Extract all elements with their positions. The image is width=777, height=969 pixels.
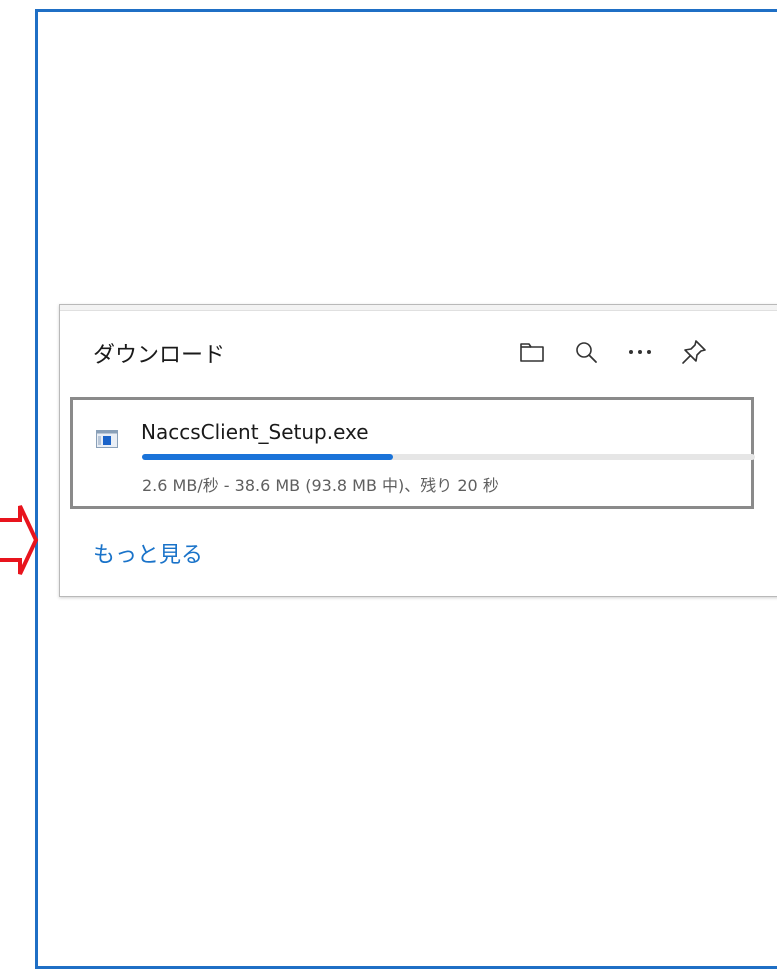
folder-icon [520, 343, 544, 362]
downloads-panel: ダウンロード NaccsClient_Setup.exe 2.6 MB/秒 - … [59, 304, 777, 597]
panel-toolbar [512, 332, 714, 372]
search-downloads-button[interactable] [566, 332, 606, 372]
installer-file-icon [96, 430, 118, 448]
see-more-link[interactable]: もっと見る [93, 537, 203, 569]
panel-title: ダウンロード [93, 343, 226, 368]
download-item[interactable]: NaccsClient_Setup.exe 2.6 MB/秒 - 38.6 MB… [70, 397, 755, 509]
more-options-button[interactable] [620, 332, 660, 372]
download-progress-fill [142, 454, 394, 460]
more-icon [629, 350, 651, 354]
pin-panel-button[interactable] [674, 332, 714, 372]
download-file-name[interactable]: NaccsClient_Setup.exe [141, 420, 369, 444]
pin-icon [682, 340, 706, 364]
search-icon [576, 342, 597, 363]
red-arrow-icon [0, 505, 39, 575]
download-status: 2.6 MB/秒 - 38.6 MB (93.8 MB 中)、残り 20 秒 [142, 476, 499, 495]
panel-top-edge [60, 305, 777, 311]
open-folder-button[interactable] [512, 332, 552, 372]
download-progress-bar [142, 454, 755, 460]
